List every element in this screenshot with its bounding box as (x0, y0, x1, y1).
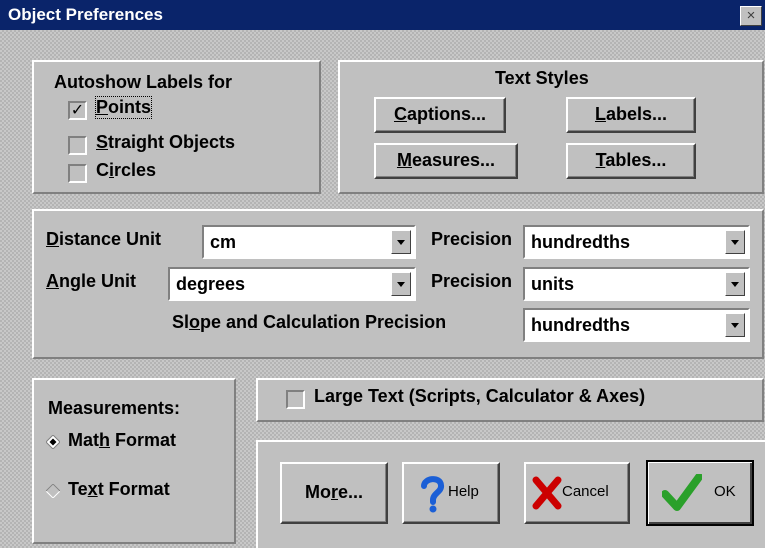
labels-button[interactable]: Labels... (566, 97, 696, 133)
title-bar: Object Preferences × (0, 0, 765, 30)
slope-precision-label: Slope and Calculation Precision (172, 312, 447, 332)
math-format-radio[interactable] (46, 435, 60, 449)
circles-checkbox[interactable] (68, 164, 87, 183)
close-icon: × (746, 7, 756, 24)
ok-check-icon (662, 474, 702, 511)
measurements-panel: Measurements: Math Format Text Format (32, 378, 236, 544)
points-checkbox[interactable]: ✓ (68, 101, 87, 120)
text-styles-panel: Text Styles Captions... Labels... Measur… (338, 60, 764, 194)
distance-unit-label: Distance Unit (46, 229, 162, 249)
measurements-heading: Measurements: (48, 398, 181, 418)
cancel-button[interactable]: Cancel (524, 462, 630, 524)
straight-objects-label[interactable]: Straight Objects (96, 132, 235, 153)
captions-button[interactable]: Captions... (374, 97, 506, 133)
large-text-label[interactable]: Large Text (Scripts, Calculator & Axes) (314, 386, 645, 407)
text-format-radio[interactable] (46, 484, 60, 498)
math-format-label[interactable]: Math Format (68, 430, 176, 451)
help-button[interactable]: Help (402, 462, 500, 524)
angle-unit-value: degrees (176, 274, 246, 294)
large-text-panel: Large Text (Scripts, Calculator & Axes) (256, 378, 764, 422)
autoshow-panel: Autoshow Labels for ✓ Points Straight Ob… (32, 60, 321, 194)
cancel-x-icon (532, 476, 562, 510)
buttons-panel: More... Help Cancel OK (256, 440, 765, 548)
angle-precision-label: Precision (430, 271, 512, 291)
dialog-client: Autoshow Labels for ✓ Points Straight Ob… (0, 30, 765, 548)
distance-unit-select[interactable]: cm (202, 225, 416, 259)
points-label[interactable]: Points (94, 96, 153, 119)
chevron-down-icon[interactable] (391, 230, 411, 254)
close-button[interactable]: × (740, 6, 762, 26)
cancel-label: Cancel (562, 483, 609, 500)
chevron-down-icon[interactable] (725, 272, 745, 296)
text-format-label[interactable]: Text Format (68, 479, 170, 500)
help-label: Help (448, 483, 479, 500)
units-panel: Distance Unit cm Precision hundredths An… (32, 209, 764, 359)
distance-precision-value: hundredths (531, 232, 630, 252)
slope-precision-select[interactable]: hundredths (523, 308, 750, 342)
measures-button[interactable]: Measures... (374, 143, 518, 179)
window-title: Object Preferences (8, 5, 163, 24)
more-button[interactable]: More... (280, 462, 388, 524)
chevron-down-icon[interactable] (725, 313, 745, 337)
chevron-down-icon[interactable] (391, 272, 411, 296)
ok-label: OK (714, 483, 736, 500)
large-text-checkbox[interactable] (286, 390, 305, 409)
radio-diamond-icon (46, 435, 60, 449)
straight-objects-checkbox[interactable] (68, 136, 87, 155)
angle-unit-label: Angle Unit (46, 271, 136, 291)
tables-button[interactable]: Tables... (566, 143, 696, 179)
distance-precision-select[interactable]: hundredths (523, 225, 750, 259)
help-icon (421, 476, 445, 513)
ok-button[interactable]: OK (646, 460, 754, 526)
slope-precision-value: hundredths (531, 315, 630, 335)
distance-precision-label: Precision (430, 229, 512, 249)
check-icon: ✓ (70, 102, 85, 119)
text-styles-heading: Text Styles (495, 68, 589, 88)
autoshow-heading: Autoshow Labels for (54, 72, 233, 92)
angle-unit-select[interactable]: degrees (168, 267, 416, 301)
angle-precision-value: units (531, 274, 574, 294)
angle-precision-select[interactable]: units (523, 267, 750, 301)
chevron-down-icon[interactable] (725, 230, 745, 254)
circles-label[interactable]: Circles (96, 160, 156, 181)
radio-diamond-icon (46, 484, 60, 498)
distance-unit-value: cm (210, 232, 237, 252)
